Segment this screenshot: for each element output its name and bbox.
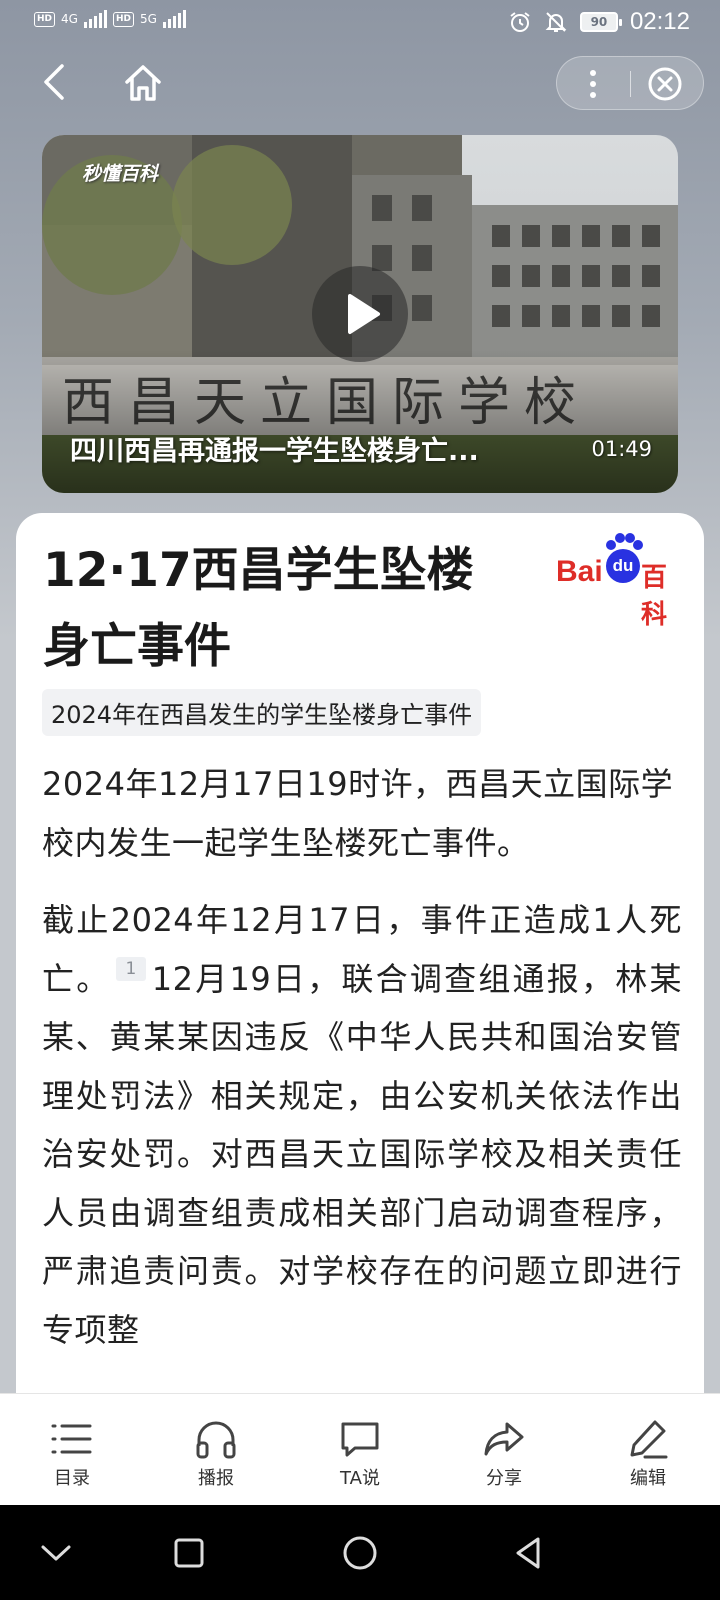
circle-icon (343, 1536, 377, 1570)
share-arrow-icon (484, 1422, 524, 1456)
mute-bell-icon (545, 12, 567, 32)
headphones-icon (196, 1421, 236, 1459)
toolbar-label-share: 分享 (486, 1468, 522, 1489)
signal-strength-icon (83, 10, 107, 28)
status-time: 02:12 (629, 8, 690, 35)
article-paragraph-1: 2024年12月17日19时许，西昌天立国际学校内发生一起学生坠楼死亡事件。 (42, 765, 674, 862)
list-icon (51, 1424, 92, 1454)
network-type-2: 5G (139, 12, 157, 26)
battery-indicator: 90 (579, 12, 622, 32)
article-paragraph-2: 截止2024年12月17日，事件正造成1人死亡。 1 12月19日，联合调查组通报，… (42, 891, 682, 1359)
more-options-button[interactable] (573, 64, 613, 104)
system-navigation-bar (0, 1505, 720, 1600)
citation-marker[interactable]: 1 (116, 956, 146, 981)
back-button[interactable] (36, 62, 76, 102)
toolbar-share-button[interactable]: 分享 (432, 1394, 576, 1505)
chevron-down-icon (41, 1545, 71, 1561)
status-bar: HD 4G HD 5G 90 02:12 (0, 0, 720, 44)
video-player[interactable]: 西昌天立国际学校 秒懂百科 四川西昌再通报一学生坠楼身亡... 01:49 (42, 135, 678, 493)
toolbar-label-ta-say: TA说 (340, 1468, 380, 1489)
hd-indicator-2: HD (112, 11, 134, 27)
paw-icon (606, 533, 643, 550)
triangle-back-icon (516, 1537, 540, 1569)
paragraph-2-body: 12月19日，联合调查组通报，林某某、黄某某因违反《中华人民共和国治安管理处罚法… (42, 959, 682, 1349)
toolbar-label-broadcast: 播报 (198, 1468, 234, 1489)
capsule-divider (630, 71, 631, 97)
toolbar-label-edit: 编辑 (630, 1468, 666, 1489)
home-button[interactable] (122, 62, 164, 104)
status-bar-right: 90 02:12 (508, 8, 690, 36)
mini-program-capsule (556, 56, 704, 110)
bottom-toolbar: 目录 播报 TA说 分享 编辑 (0, 1393, 720, 1505)
chat-bubble-icon (341, 1422, 379, 1457)
video-watermark: 秒懂百科 (82, 163, 159, 185)
logo-bai-text: Bai (556, 555, 603, 588)
system-home-button[interactable] (339, 1532, 381, 1574)
article-title: 12·17西昌学生坠楼身亡事件 (43, 543, 474, 674)
hide-keyboard-button[interactable] (35, 1532, 77, 1574)
pencil-icon (630, 1420, 668, 1459)
signal-strength-icon-2 (162, 10, 186, 28)
square-icon (174, 1538, 204, 1568)
status-bar-signals: HD 4G HD 5G (34, 10, 186, 28)
hd-indicator: HD (34, 11, 56, 27)
play-icon (348, 294, 380, 334)
toolbar-broadcast-button[interactable]: 播报 (144, 1394, 288, 1505)
close-circle-icon (648, 67, 682, 101)
network-type-1: 4G (61, 12, 78, 26)
toolbar-ta-say-button[interactable]: TA说 (288, 1394, 432, 1505)
alarm-icon (510, 12, 530, 32)
toolbar-edit-button[interactable]: 编辑 (576, 1394, 720, 1505)
more-vertical-icon (590, 70, 596, 98)
recent-apps-button[interactable] (168, 1532, 210, 1574)
home-icon (125, 65, 161, 101)
logo-baike-text: 百科 (641, 562, 668, 629)
article-tagline: 2024年在西昌发生的学生坠楼身亡事件 (42, 689, 482, 736)
system-back-button[interactable] (508, 1532, 550, 1574)
video-title: 四川西昌再通报一学生坠楼身亡... (70, 436, 479, 467)
article-card: 12·17西昌学生坠楼身亡事件 Bai du 百科 2024年在西昌发生的学生坠… (16, 513, 704, 1393)
video-duration: 01:49 (591, 437, 652, 461)
toolbar-label-catalog: 目录 (54, 1468, 90, 1489)
chevron-left-icon (44, 64, 64, 100)
baidu-baike-logo: Bai du 百科 (551, 533, 681, 629)
toolbar-catalog-button[interactable]: 目录 (0, 1394, 144, 1505)
close-button[interactable] (647, 66, 683, 102)
play-button[interactable] (312, 266, 408, 362)
logo-du-text: du (606, 549, 640, 583)
